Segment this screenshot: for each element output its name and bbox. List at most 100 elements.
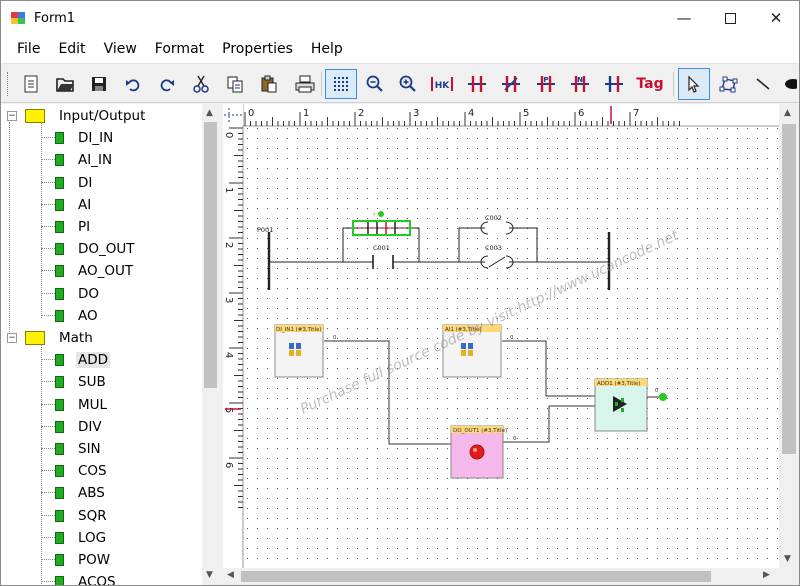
tree-item-ao-out[interactable]: AO_OUT (1, 260, 201, 282)
canvas-scroll-down-icon[interactable]: ▼ (784, 554, 791, 564)
canvas-scroll-left-icon[interactable]: ◀ (227, 570, 234, 580)
block-node-icon (55, 487, 64, 500)
output-handle[interactable] (659, 393, 667, 401)
connection-handle[interactable] (378, 211, 384, 217)
tree-item-ao[interactable]: AO (1, 305, 201, 327)
grid-icon (334, 77, 348, 91)
tree-item-di[interactable]: DI (1, 172, 201, 194)
ellipse-button[interactable] (781, 70, 799, 98)
tree-item-do[interactable]: DO (1, 283, 201, 305)
menu-properties[interactable]: Properties (213, 41, 302, 57)
coil-button[interactable] (600, 70, 628, 98)
menu-view[interactable]: View (95, 41, 146, 57)
tree-item-ai[interactable]: AI (1, 194, 201, 216)
tree-item-mul[interactable]: MUL (1, 394, 201, 416)
polyline-button[interactable] (715, 70, 743, 98)
tree-scroll-thumb[interactable] (204, 122, 217, 388)
print-button[interactable] (291, 70, 319, 98)
block-node-icon (55, 354, 64, 367)
tree-scrollbar[interactable]: ▲ ▼ (202, 104, 219, 585)
open-button[interactable] (51, 70, 79, 98)
tree-item-label: SQR (78, 507, 107, 524)
toolbar-separator (321, 72, 322, 96)
toolbar-separator (673, 72, 674, 96)
tree-connector (41, 381, 55, 383)
tree-item-label: SIN (78, 441, 101, 457)
tag-button[interactable]: Tag (633, 70, 667, 98)
main-window: Form1 — ✕ File Edit View Format Properti… (0, 0, 800, 586)
tree-item-label: DO_OUT (78, 241, 135, 258)
contact-n-button[interactable]: N (566, 70, 594, 98)
tree-item-sub[interactable]: SUB (1, 371, 201, 393)
tree-item-abs[interactable]: ABS (1, 482, 201, 504)
contact-p-button[interactable]: P (532, 70, 560, 98)
tree-item-di-in[interactable]: DI_IN (1, 127, 201, 149)
collapse-icon[interactable]: − (7, 333, 17, 343)
menu-edit[interactable]: Edit (49, 41, 94, 57)
tree-item-label: AI_IN (78, 152, 113, 169)
cut-button[interactable] (187, 70, 215, 98)
scroll-down-icon[interactable]: ▼ (206, 570, 213, 580)
tree-item-sqr[interactable]: SQR (1, 505, 201, 527)
tree-item-acos[interactable]: ACOS (1, 571, 201, 585)
rung-label: P001 (257, 226, 273, 234)
canvas-scroll-right-icon[interactable]: ▶ (763, 570, 770, 580)
copy-button[interactable] (221, 70, 249, 98)
zoom-in-button[interactable] (394, 70, 422, 98)
save-icon (92, 77, 106, 91)
tree-connector (41, 226, 55, 227)
tree-connector (41, 492, 55, 494)
tree-line (41, 122, 42, 318)
undo-button[interactable] (119, 70, 147, 98)
tree-connector (41, 137, 55, 139)
do-output-icon (469, 444, 485, 460)
tree-item-log[interactable]: LOG (1, 527, 201, 549)
canvas-vscroll-thumb[interactable] (782, 124, 796, 454)
redo-button[interactable] (153, 70, 181, 98)
contact-nc-button[interactable] (497, 70, 525, 98)
tree-item-pi[interactable]: PI (1, 216, 201, 238)
menu-help[interactable]: Help (302, 41, 352, 57)
scroll-up-icon[interactable]: ▲ (206, 108, 213, 118)
menu-format[interactable]: Format (146, 41, 213, 57)
tree-item-sin[interactable]: SIN (1, 438, 201, 460)
tree-item-label: AO_OUT (78, 263, 134, 280)
svg-text:DI_IN1 (#3,Title): DI_IN1 (#3,Title) (276, 327, 322, 333)
tree-connector (41, 292, 55, 294)
block-node-icon (55, 554, 64, 566)
h-ruler-label: 5 (523, 108, 529, 119)
diagram-canvas[interactable]: 01234567 0123456 P001 ▿ C001 C002 C003 D… (223, 104, 799, 585)
grid-button[interactable] (325, 69, 357, 99)
tree-item-cos[interactable]: COS (1, 460, 201, 482)
paste-button[interactable] (255, 70, 283, 98)
block-node-icon (55, 154, 64, 167)
tree-item-label: ABS (78, 485, 105, 502)
line-button[interactable] (749, 70, 777, 98)
canvas-hscroll-thumb[interactable] (241, 571, 711, 582)
canvas-scroll-up-icon[interactable]: ▲ (784, 108, 791, 118)
pointer-button[interactable] (678, 68, 710, 100)
svg-text:N: N (577, 76, 583, 84)
toolbar-grip[interactable] (7, 72, 10, 96)
tree-connector (41, 470, 55, 472)
close-button[interactable]: ✕ (753, 1, 799, 35)
canvas-horizontal-scrollbar[interactable]: ◀ ▶ (223, 568, 779, 585)
title-bar: Form1 — ✕ (1, 1, 799, 35)
tree-item-do-out[interactable]: DO_OUT (1, 238, 201, 260)
contact-no-button[interactable] (463, 70, 491, 98)
minimize-button[interactable]: — (661, 1, 707, 35)
tree-item-ai-in[interactable]: AI_IN (1, 149, 201, 171)
contact-hk-button[interactable]: HK (428, 70, 456, 98)
collapse-icon[interactable]: − (7, 111, 17, 121)
save-button[interactable] (85, 70, 113, 98)
svg-text:HK: HK (435, 81, 451, 91)
tree-item-div[interactable]: DIV (1, 416, 201, 438)
tree-item-add[interactable]: ADD (1, 349, 201, 371)
v-ruler-label: 2 (223, 242, 234, 248)
menu-file[interactable]: File (1, 41, 49, 57)
canvas-vertical-scrollbar[interactable]: ▲ ▼ (779, 104, 799, 585)
zoom-out-button[interactable] (361, 70, 389, 98)
new-button[interactable] (17, 70, 45, 98)
maximize-button[interactable] (707, 1, 753, 35)
tree-item-pow[interactable]: POW (1, 549, 201, 571)
